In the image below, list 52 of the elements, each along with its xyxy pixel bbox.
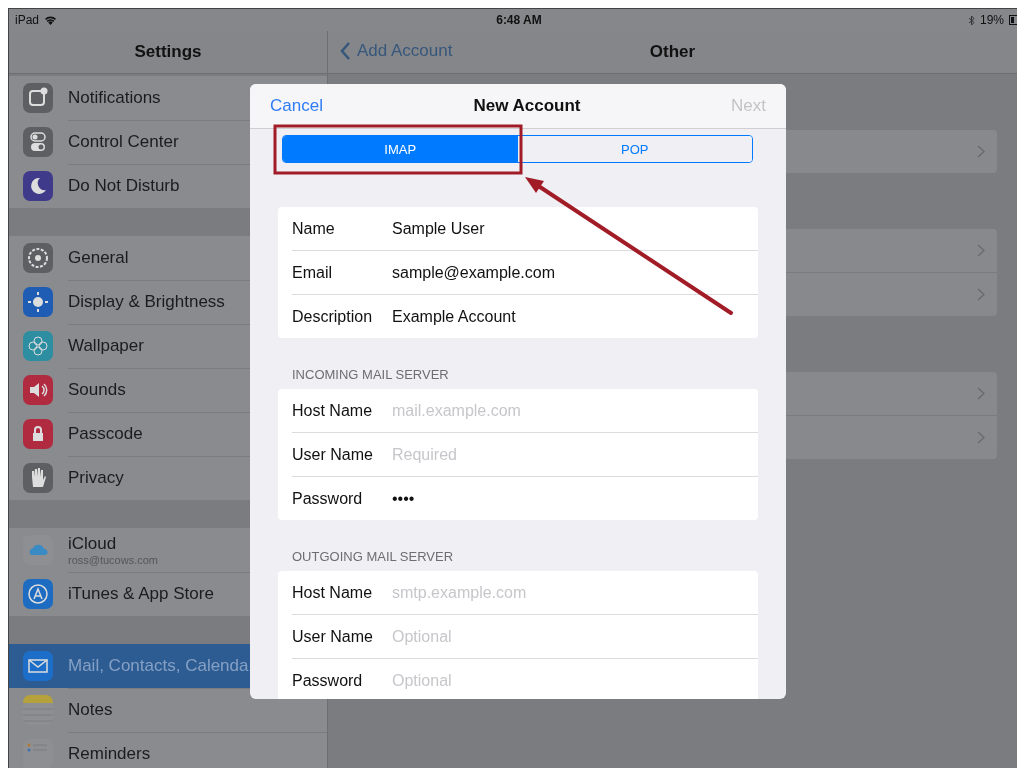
settings-label: Notifications [68, 88, 161, 108]
cancel-button[interactable]: Cancel [270, 96, 323, 116]
chevron-icon[interactable] [977, 387, 985, 400]
settings-label: Do Not Disturb [68, 176, 180, 196]
settings-label: Mail, Contacts, Calenda [68, 656, 249, 676]
field-label: Description [292, 307, 374, 326]
input-field[interactable]: mail.example.com [392, 399, 744, 422]
device-name: iPad [15, 13, 40, 27]
chevron-icon[interactable] [977, 244, 985, 257]
settings-label: iTunes & App Store [68, 584, 214, 604]
section-header: INCOMING MAIL SERVER [291, 366, 450, 384]
settings-label: Display & Brightness [68, 292, 225, 312]
field-label: Password [292, 489, 364, 508]
settings-item[interactable]: Do Not Disturb [9, 164, 327, 208]
input-field[interactable]: smtp.example.com [392, 581, 744, 604]
settings-item[interactable]: Reminders [9, 732, 327, 768]
dialog-title: New Account [473, 96, 581, 116]
clock: 6:48 AM [496, 13, 542, 27]
settings-label: Privacy [68, 468, 124, 488]
settings-label: Sounds [68, 380, 126, 400]
bluetooth-icon [967, 14, 975, 26]
settings-label: Passcode [68, 424, 143, 444]
input-field[interactable]: Example Account [392, 305, 744, 328]
field-label: User Name [292, 445, 374, 464]
settings-label: Control Center [68, 132, 179, 152]
field-label: Email [292, 263, 333, 282]
settings-label: General [68, 248, 129, 268]
input-field[interactable]: Required [392, 443, 744, 466]
settings-label: Wallpaper [68, 336, 144, 356]
input-field[interactable]: Optional [392, 625, 744, 648]
wifi-icon [44, 15, 58, 25]
field-label: Name [292, 219, 336, 238]
back-chevron-icon [340, 42, 351, 60]
settings-item[interactable]: Wallpaper [9, 324, 327, 368]
chevron-icon[interactable] [977, 431, 985, 444]
sidebar-title: Settings [134, 42, 202, 62]
settings-label: Notes [68, 700, 113, 720]
field-label: Host Name [292, 401, 374, 420]
section-header: OUTGOING MAIL SERVER [291, 548, 455, 566]
input-field[interactable]: Optional [392, 669, 744, 692]
protocol-segment[interactable]: IMAP [283, 136, 518, 162]
settings-label: Reminders [68, 744, 151, 764]
chevron-icon[interactable] [977, 288, 985, 301]
settings-label: iCloud [68, 534, 118, 554]
input-field[interactable]: sample@example.com [392, 261, 744, 284]
detail-title: Other [649, 42, 696, 62]
chevron-icon[interactable] [977, 145, 985, 158]
input-field[interactable]: •••• [392, 487, 744, 510]
input-field[interactable]: Sample User [392, 217, 744, 240]
field-label: User Name [292, 627, 374, 646]
battery-percent: 19% [979, 13, 1004, 27]
field-label: Host Name [292, 583, 374, 602]
